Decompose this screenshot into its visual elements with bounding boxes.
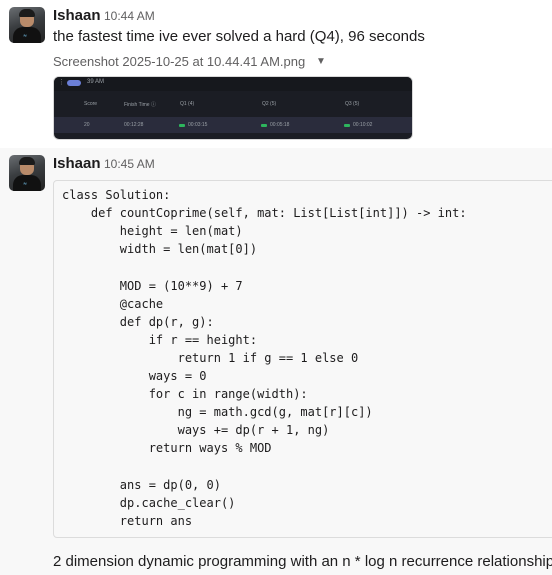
header-q3: Q3 (5) [345,101,360,107]
code-line: width = len(mat[0]) [62,242,258,257]
code-line: ng = math.gcd(g, mat[r][c]) [62,405,373,420]
header-finish-time: Finish Time ⓘ [124,102,156,108]
cell-score: 20 [84,122,90,128]
attachment-filename[interactable]: Screenshot 2025-10-25 at 10.44.41 AM.png [53,54,305,69]
cell-q3: 00:10:02 [353,122,373,128]
code-line: return ways % MOD [62,441,272,456]
avatar[interactable]: ≈ [9,7,45,43]
code-line: ways = 0 [62,369,207,383]
cell-finish-time: 00:12:28 [124,122,144,128]
code-line: dp.cache_clear() [62,495,236,510]
check-bar-icon [179,124,185,127]
more-icon: ⋮ [58,79,65,86]
cell-q1: 00:03:15 [188,122,208,128]
chevron-down-icon[interactable]: ▼ [316,56,326,67]
code-line: if r == height: [62,332,258,347]
code-line: class Solution: [62,188,171,202]
code-line: def dp(r, g): [62,314,214,329]
avatar-badge-icon [67,80,81,86]
code-line: height = len(mat) [62,224,243,239]
preview-time: 39 AM [87,79,105,85]
preview-topbar [54,77,412,91]
message-text: the fastest time ive ever solved a hard … [53,28,425,45]
code-line: @cache [62,296,164,311]
header-q1: Q1 (4) [180,101,195,107]
code-line: ways += dp(r + 1, ng) [62,423,330,438]
check-bar-icon [261,124,267,127]
check-bar-icon [344,124,350,127]
timestamp[interactable]: 10:45 AM [104,157,155,171]
shirt-logo-icon: ≈ [23,33,28,39]
code-line: return 1 if g == 1 else 0 [62,350,359,365]
code-line: def countCoprime(self, mat: List[List[in… [62,206,467,221]
screenshot-preview[interactable]: ⋮ 39 AM Score Finish Time ⓘ Q1 (4) Q2 (5… [53,76,413,140]
author-name[interactable]: Ishaan [53,7,101,24]
code-line: MOD = (10**9) + 7 [62,278,243,293]
shirt-logo-icon: ≈ [23,181,28,187]
timestamp[interactable]: 10:44 AM [104,9,155,23]
code-line: return ans [62,513,193,528]
message-text: 2 dimension dynamic programming with an … [53,553,552,570]
author-name[interactable]: Ishaan [53,155,101,172]
code-line: for c in range(width): [62,387,308,402]
header-score: Score [84,101,98,107]
code-line: ans = dp(0, 0) [62,477,221,492]
message-1: ≈ Ishaan 10:44 AM the fastest time ive e… [0,0,552,148]
avatar[interactable]: ≈ [9,155,45,191]
cell-q2: 00:05:18 [270,122,290,128]
header-q2: Q2 (5) [262,101,277,107]
